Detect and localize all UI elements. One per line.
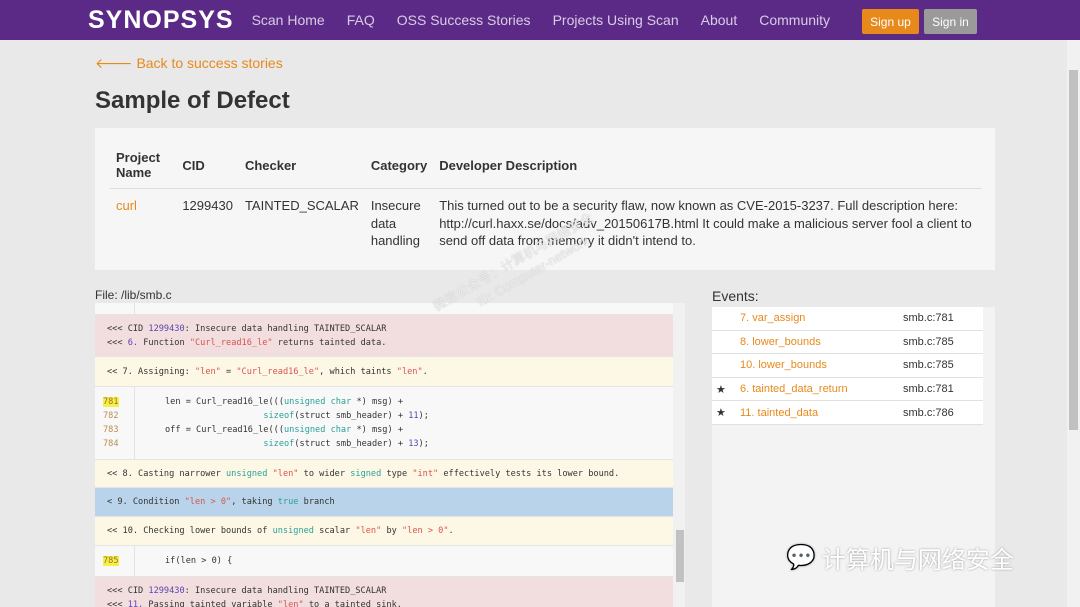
page-scrollbar-thumb[interactable] [1069, 70, 1078, 430]
col-project: Project Name [110, 144, 177, 189]
synopsys-logo[interactable]: SYNOPSYS [88, 6, 234, 35]
code-view[interactable]: <<< CID 1299430: Insecure data handling … [95, 303, 685, 607]
event-annotation: << 10. Checking lower bounds of unsigned… [95, 517, 673, 546]
nav-faq[interactable]: FAQ [347, 12, 375, 28]
event-item[interactable]: 7. var_assign smb.c:781 [712, 307, 983, 331]
event-item[interactable]: ★ 6. tainted_data_return smb.c:781 [712, 377, 983, 402]
event-annotation: <<< CID 1299430: Insecure data handling … [95, 315, 673, 357]
code-block: 781 782 783 784 len = Curl_read16_le(((unsig… [95, 387, 673, 460]
event-item[interactable]: 8. lower_bounds smb.c:785 [712, 330, 983, 355]
star-icon: ★ [716, 407, 726, 420]
event-item[interactable]: ★ 11. tainted_data smb.c:786 [712, 401, 983, 425]
sign-up-button[interactable]: Sign up [862, 9, 919, 34]
nav-oss-success-stories[interactable]: OSS Success Stories [397, 12, 531, 28]
code-block: 785 if(len > 0) { [95, 546, 673, 577]
col-category: Category [364, 144, 434, 189]
wechat-brand: 💬 计算机与网络安全 [786, 544, 1014, 574]
events-title: Events: [712, 288, 759, 304]
event-annotation: <<< CID 1299430: Insecure data handling … [95, 577, 673, 607]
star-icon: ★ [716, 383, 726, 396]
category: Insecure data handling [370, 198, 421, 248]
page-scrollbar[interactable] [1067, 40, 1080, 607]
checker: TAINTED_SCALAR [244, 198, 359, 213]
nav-projects-using-scan[interactable]: Projects Using Scan [553, 12, 679, 28]
code-line [95, 303, 673, 319]
event-annotation: << 8. Casting narrower unsigned "len" to… [95, 460, 673, 488]
sign-in-button[interactable]: Sign in [924, 9, 977, 34]
wechat-icon: 💬 [786, 544, 816, 571]
nav-community[interactable]: Community [759, 12, 830, 28]
event-annotation: << 7. Assigning: "len" = "Curl_read16_le… [95, 357, 673, 387]
col-checker: Checker [238, 144, 365, 189]
col-description: Developer Description [433, 144, 982, 189]
file-path: File: /lib/smb.c [95, 288, 172, 302]
project-link[interactable]: curl [116, 198, 137, 213]
cid: 1299430 [182, 198, 233, 213]
code-scrollbar-thumb[interactable] [676, 530, 684, 582]
back-link[interactable]: 🡐 Back to success stories [95, 55, 283, 72]
col-cid: CID [176, 144, 239, 189]
description: This turned out to be a security flaw, n… [439, 198, 972, 248]
nav-scan-home[interactable]: Scan Home [252, 12, 325, 28]
arrow-left-icon: 🡐 [95, 55, 137, 71]
page-title: Sample of Defect [95, 87, 290, 114]
event-item[interactable]: 10. lower_bounds smb.c:785 [712, 354, 983, 378]
event-annotation: < 9. Condition "len > 0", taking true br… [95, 488, 673, 517]
nav-about[interactable]: About [701, 12, 738, 28]
